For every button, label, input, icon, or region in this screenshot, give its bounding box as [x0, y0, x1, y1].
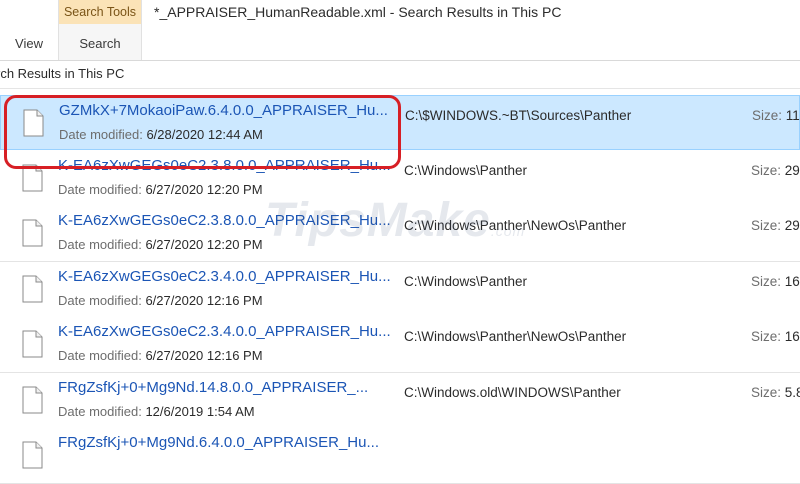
file-row[interactable]: GZMkX+7MokaoiPaw.6.4.0.0_APPRAISER_Hu...… [0, 95, 800, 150]
date-modified-value: 6/27/2020 12:16 PM [145, 292, 263, 308]
file-date-modified: Date modified: 6/27/2020 12:16 PM [58, 293, 263, 308]
file-folder-path: C:\$WINDOWS.~BT\Sources\Panther [405, 108, 632, 123]
ribbon: View Search Tools Search *_APPRAISER_Hum… [0, 0, 800, 61]
address-text: rch Results in This PC [0, 66, 125, 81]
date-modified-label: Date modified: [58, 403, 142, 419]
size-label: Size: [751, 329, 782, 344]
date-modified-label: Date modified: [58, 237, 142, 252]
size-value: 16 [784, 329, 800, 344]
date-modified-label: Date modified: [58, 181, 142, 197]
window-title: *_APPRAISER_HumanReadable.xml - Search R… [154, 4, 562, 20]
file-row[interactable]: K-EA6zXwGEGs0eC2.3.4.0.0_APPRAISER_Hu...… [0, 261, 800, 318]
size-label: Size: [752, 108, 783, 123]
document-icon [22, 275, 43, 302]
size-value: 29 [784, 162, 800, 178]
file-row[interactable]: FRgZsfKj+0+Mg9Nd.14.8.0.0_APPRAISER_... D… [0, 372, 800, 429]
date-modified-value: 6/28/2020 12:44 AM [146, 127, 263, 142]
search-tools-group: Search Tools Search [58, 0, 142, 60]
document-icon [22, 441, 43, 469]
tab-search[interactable]: Search [59, 28, 141, 59]
file-folder-path: C:\Windows\Panther\NewOs\Panther [404, 218, 627, 233]
file-row[interactable]: FRgZsfKj+0+Mg9Nd.6.4.0.0_APPRAISER_Hu... [0, 428, 800, 484]
document-icon [22, 219, 43, 247]
file-folder-path: C:\Windows\Panther [404, 162, 528, 178]
document-icon [22, 386, 43, 413]
file-date-modified: Date modified: 6/27/2020 12:20 PM [58, 237, 263, 252]
file-name-link[interactable]: GZMkX+7MokaoiPaw.6.4.0.0_APPRAISER_Hu... [59, 102, 391, 119]
date-modified-label: Date modified: [58, 292, 142, 308]
file-name-link[interactable]: FRgZsfKj+0+Mg9Nd.6.4.0.0_APPRAISER_Hu... [58, 434, 390, 451]
tab-view[interactable]: View [0, 28, 58, 59]
file-size: Size: 11 [752, 108, 800, 123]
file-size: Size: 16 [751, 274, 800, 289]
file-size: Size: 16 [751, 329, 800, 344]
date-modified-value: 6/27/2020 12:20 PM [145, 181, 263, 197]
date-modified-label: Date modified: [58, 348, 142, 363]
size-value: 11 [785, 108, 800, 123]
date-modified-value: 6/27/2020 12:16 PM [145, 348, 263, 363]
size-value: 29 [784, 218, 800, 233]
file-folder-path: C:\Windows.old\WINDOWS\Panther [404, 384, 621, 400]
size-label: Size: [751, 218, 782, 233]
file-size: Size: 29 [751, 163, 800, 178]
file-size: Size: 29 [751, 218, 800, 233]
file-name-link[interactable]: K-EA6zXwGEGs0eC2.3.8.0.0_APPRAISER_Hu... [58, 212, 390, 229]
search-tools-label: Search Tools [59, 0, 141, 24]
file-date-modified: Date modified: 12/6/2019 1:54 AM [58, 404, 255, 419]
size-value: 5.8 [784, 384, 800, 400]
file-name-link[interactable]: K-EA6zXwGEGs0eC2.3.8.0.0_APPRAISER_Hu... [58, 157, 390, 174]
file-name-link[interactable]: K-EA6zXwGEGs0eC2.3.4.0.0_APPRAISER_Hu... [58, 323, 390, 340]
size-label: Size: [751, 162, 782, 178]
size-value: 16 [784, 273, 800, 289]
file-date-modified: Date modified: 6/27/2020 12:16 PM [58, 348, 263, 363]
date-modified-value: 6/27/2020 12:20 PM [145, 237, 263, 252]
address-bar[interactable]: rch Results in This PC [0, 61, 800, 87]
file-date-modified: Date modified: 6/27/2020 12:20 PM [58, 182, 263, 197]
file-name-link[interactable]: K-EA6zXwGEGs0eC2.3.4.0.0_APPRAISER_Hu... [58, 268, 390, 285]
divider [0, 88, 800, 89]
file-name-link[interactable]: FRgZsfKj+0+Mg9Nd.14.8.0.0_APPRAISER_... [58, 379, 390, 396]
size-label: Size: [751, 273, 782, 289]
date-modified-label: Date modified: [59, 127, 143, 142]
file-folder-path: C:\Windows\Panther\NewOs\Panther [404, 329, 627, 344]
file-row[interactable]: K-EA6zXwGEGs0eC2.3.4.0.0_APPRAISER_Hu...… [0, 317, 800, 373]
document-icon [22, 330, 43, 358]
file-date-modified: Date modified: 6/28/2020 12:44 AM [59, 127, 263, 142]
document-icon [23, 109, 44, 137]
date-modified-value: 12/6/2019 1:54 AM [145, 403, 255, 419]
document-icon [22, 164, 43, 191]
file-row[interactable]: K-EA6zXwGEGs0eC2.3.8.0.0_APPRAISER_Hu...… [0, 150, 800, 207]
file-row[interactable]: K-EA6zXwGEGs0eC2.3.8.0.0_APPRAISER_Hu...… [0, 206, 800, 262]
file-folder-path: C:\Windows\Panther [404, 273, 528, 289]
file-size: Size: 5.8 [751, 385, 800, 400]
size-label: Size: [751, 384, 782, 400]
